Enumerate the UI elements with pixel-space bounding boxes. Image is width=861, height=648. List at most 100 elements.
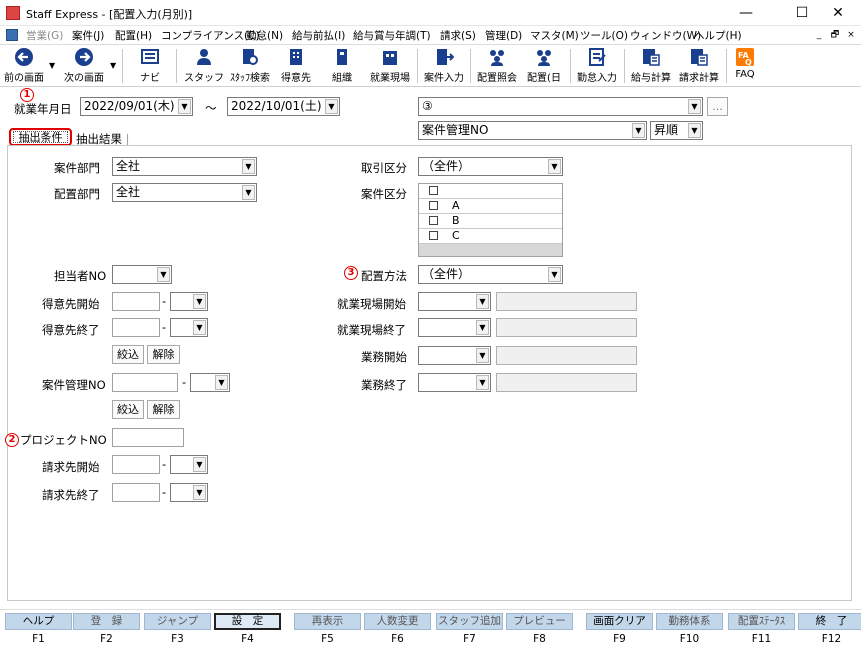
period-to-select[interactable]: 2022/10/01(土) ▼ — [227, 97, 340, 116]
checkbox-icon[interactable] — [429, 186, 438, 195]
work-end-name-field — [496, 373, 637, 392]
faq-button[interactable]: FA Q FAQ — [730, 47, 760, 85]
assign-dept-select[interactable]: 全社 ▼ — [112, 183, 257, 202]
fkey-f9-button[interactable]: 画面クリア — [586, 613, 653, 630]
pattern-select[interactable]: ③ ▼ — [418, 97, 703, 116]
trade-type-select[interactable]: （全件） ▼ — [418, 157, 563, 176]
case-dept-select[interactable]: 全社 ▼ — [112, 157, 257, 176]
fkey-f5-button[interactable]: 再表示 — [294, 613, 361, 630]
cust-filter-button[interactable]: 絞込 — [112, 345, 144, 364]
customer-button[interactable]: 得意先 — [274, 47, 318, 85]
close-button[interactable]: ✕ — [815, 0, 861, 26]
menu-master[interactable]: マスタ(M) — [530, 28, 579, 43]
site-start-select[interactable]: ▼ — [418, 292, 491, 311]
fkey-f10-button[interactable]: 勤務体系 — [656, 613, 723, 630]
attendance-input-button[interactable]: 勤怠入力 — [574, 47, 620, 85]
work-start-select[interactable]: ▼ — [418, 346, 491, 365]
menu-advance-pay[interactable]: 給与前払(I) — [292, 28, 345, 43]
tab-criteria[interactable]: 抽出条件 — [9, 128, 72, 146]
minimize-button[interactable]: — — [723, 0, 769, 26]
fkey-label: F8 — [533, 633, 546, 645]
billing-calc-button[interactable]: 請求計算 — [676, 47, 722, 85]
fkey-f8-button[interactable]: プレビュー — [506, 613, 573, 630]
menu-anken[interactable]: 案件(J) — [72, 28, 104, 43]
worksite-button[interactable]: 就業現場 — [366, 47, 414, 85]
menu-payroll[interactable]: 給与賞与年調(T) — [353, 28, 431, 43]
sort-order-select[interactable]: 昇順 ▼ — [650, 121, 703, 140]
assign-day-button[interactable]: 配置(日 — [522, 47, 566, 85]
case-clear-button[interactable]: 解除 — [147, 400, 180, 419]
case-mgmt-label: 案件管理NO — [42, 378, 106, 392]
menu-haichi[interactable]: 配置(H) — [115, 28, 152, 43]
cust-start-input[interactable] — [112, 292, 160, 311]
assign-method-select[interactable]: （全件） ▼ — [418, 265, 563, 284]
payroll-calc-button[interactable]: 給与計算 — [628, 47, 674, 85]
site-end-select[interactable]: ▼ — [418, 318, 491, 337]
case-type-item[interactable] — [419, 184, 562, 199]
work-start-name-field — [496, 346, 637, 365]
work-end-select[interactable]: ▼ — [418, 373, 491, 392]
menu-compliance[interactable]: コンプライアンス(C) — [161, 28, 260, 43]
period-from-select[interactable]: 2022/09/01(木) ▼ — [80, 97, 193, 116]
arrow-right-icon — [75, 48, 93, 66]
mdi-restore-button[interactable]: 🗗 — [828, 29, 842, 42]
bill-start-input[interactable] — [112, 455, 160, 474]
prev-screen-button[interactable]: 前の画面 — [2, 47, 46, 85]
menu-kintai[interactable]: 勤怠(N) — [246, 28, 283, 43]
fkey-f11-button[interactable]: 配置ｽﾃｰﾀｽ — [728, 613, 795, 630]
menu-help[interactable]: ヘルプ(H) — [694, 28, 742, 43]
checkbox-icon[interactable] — [429, 216, 438, 225]
faq-icon: FAQ — [736, 48, 754, 67]
assign-ref-button[interactable]: 配置照会 — [474, 47, 520, 85]
bill-end-input[interactable] — [112, 483, 160, 502]
next-screen-button[interactable]: 次の画面 — [60, 47, 108, 85]
cust-end-branch-select[interactable]: ▼ — [170, 318, 208, 337]
pattern-ellipsis-button[interactable]: ... — [707, 97, 728, 116]
cust-start-branch-select[interactable]: ▼ — [170, 292, 208, 311]
fkey-f3-button[interactable]: ジャンプ — [144, 613, 211, 630]
org-button[interactable]: 組織 — [320, 47, 364, 85]
case-filter-button[interactable]: 絞込 — [112, 400, 144, 419]
menu-tools[interactable]: ツール(O) — [580, 28, 628, 43]
menu-eigyo[interactable]: 営業(G) — [26, 28, 63, 43]
site-start-label: 就業現場開始 — [337, 297, 406, 311]
bill-start-branch-select[interactable]: ▼ — [170, 455, 208, 474]
function-key-bar: ヘルプ F1 登 録 F2 ジャンプ F3 設 定 F4 再表示 F5 人数変更 F6 スタッフ追加 F7… — [0, 609, 861, 648]
menu-admin[interactable]: 管理(D) — [485, 28, 522, 43]
project-no-input[interactable] — [112, 428, 184, 447]
cust-end-input[interactable] — [112, 318, 160, 337]
cust-clear-button[interactable]: 解除 — [147, 345, 180, 364]
case-mgmt-branch-select[interactable]: ▼ — [190, 373, 230, 392]
org-icon — [337, 49, 347, 65]
case-type-item[interactable]: A — [419, 199, 562, 214]
checkbox-icon[interactable] — [429, 201, 438, 210]
case-input-button[interactable]: 案件入力 — [421, 47, 467, 85]
staff-no-select[interactable]: ▼ — [112, 265, 172, 284]
svg-text:Q: Q — [745, 58, 752, 67]
fkey-f2-button[interactable]: 登 録 — [73, 613, 140, 630]
bill-end-dash: - — [162, 485, 167, 499]
menu-window[interactable]: ウィンドウ(W) — [630, 28, 701, 43]
menu-billing[interactable]: 請求(S) — [440, 28, 476, 43]
staff-search-button[interactable]: ｽﾀｯﾌ検索 — [228, 47, 272, 85]
fkey-f4-button[interactable]: 設 定 — [214, 613, 281, 630]
navi-button[interactable]: ナビ — [128, 47, 172, 85]
staff-button[interactable]: スタッフ — [182, 47, 226, 85]
fkey-f1-button[interactable]: ヘルプ — [5, 613, 72, 630]
fkey-f6-button[interactable]: 人数変更 — [364, 613, 431, 630]
mdi-close-button[interactable]: × — [844, 29, 858, 42]
fkey-f7-button[interactable]: スタッフ追加 — [436, 613, 503, 630]
mdi-minimize-button[interactable]: _ — [812, 29, 826, 42]
case-type-checklist: A B C — [418, 183, 563, 257]
case-type-item[interactable]: C — [419, 229, 562, 244]
fkey-f12-button[interactable]: 終 了 — [798, 613, 861, 630]
next-dropdown-icon[interactable]: ▼ — [110, 61, 116, 70]
sort-field-select[interactable]: 案件管理NO ▼ — [418, 121, 647, 140]
case-type-label: 案件区分 — [361, 187, 407, 201]
case-type-item[interactable]: B — [419, 214, 562, 229]
billing-icon — [691, 49, 708, 66]
prev-dropdown-icon[interactable]: ▼ — [49, 61, 55, 70]
case-mgmt-input[interactable] — [112, 373, 178, 392]
checkbox-icon[interactable] — [429, 231, 438, 240]
bill-end-branch-select[interactable]: ▼ — [170, 483, 208, 502]
